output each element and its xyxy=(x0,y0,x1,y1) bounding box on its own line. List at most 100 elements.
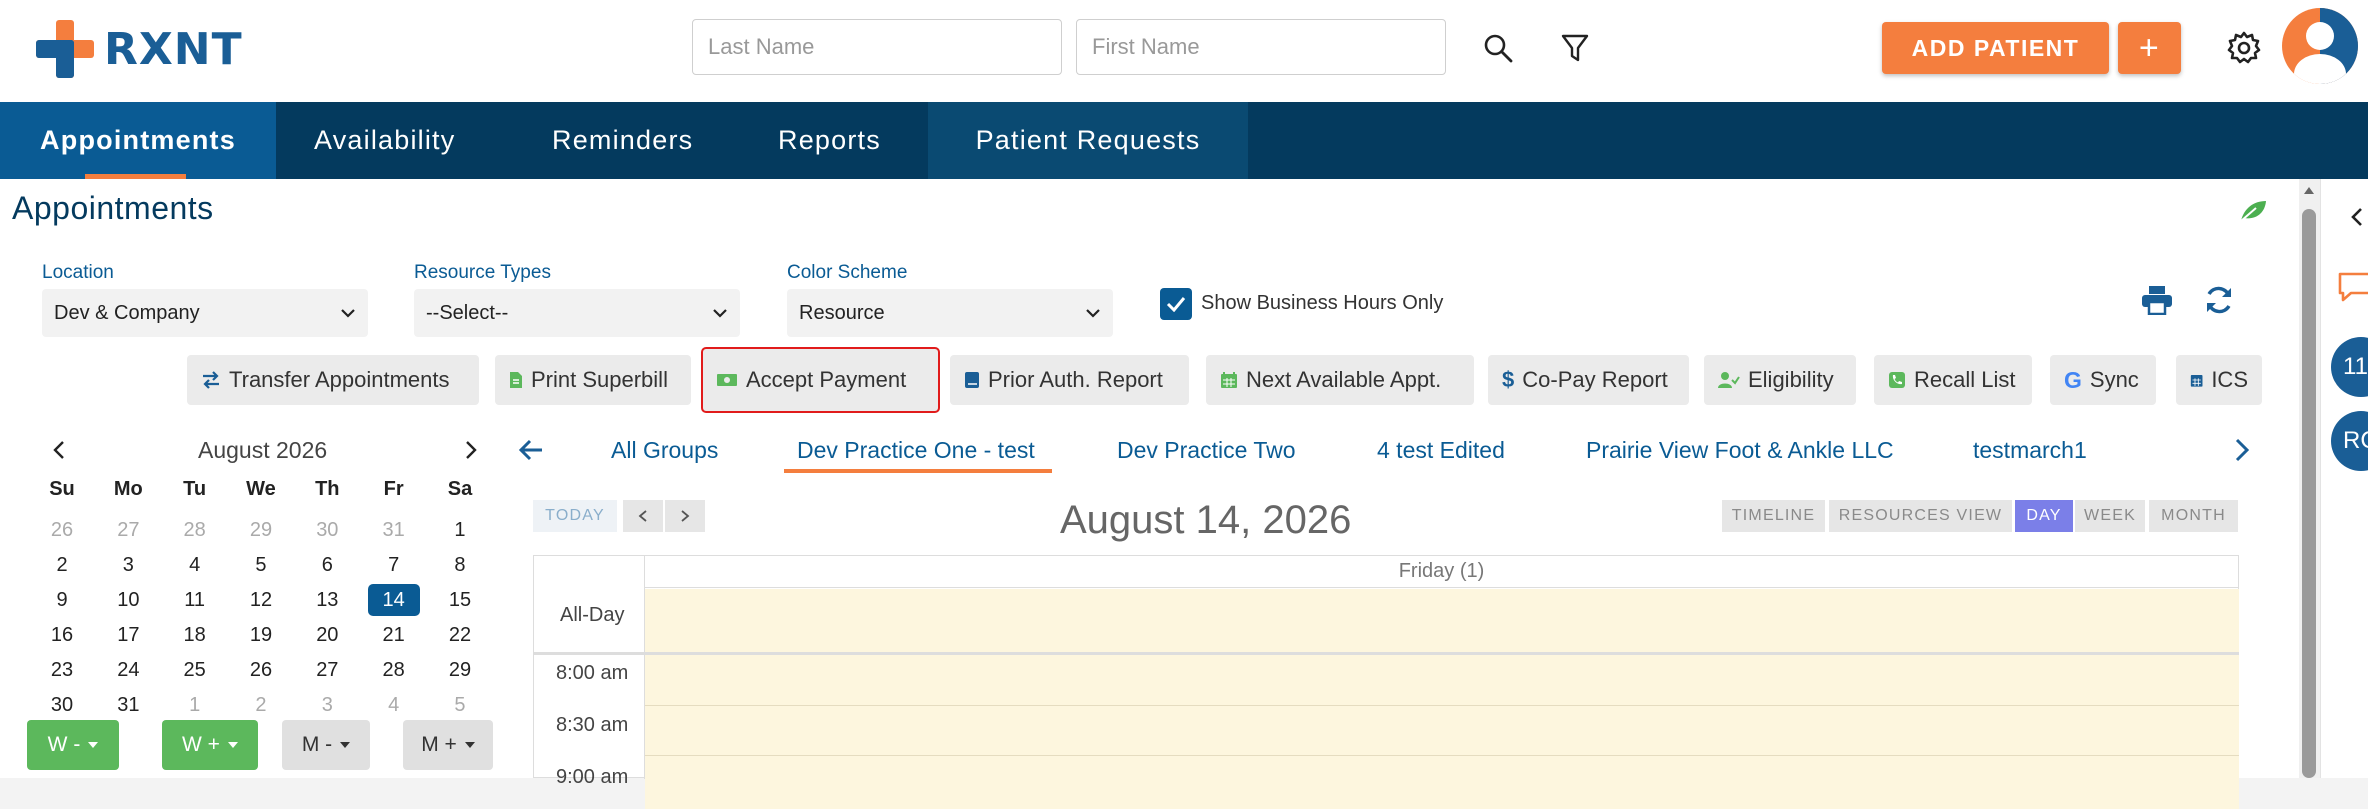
calendar-day[interactable]: 14 xyxy=(367,584,420,616)
groups-prev-arrow-icon[interactable] xyxy=(518,438,544,467)
calendar-day[interactable]: 29 xyxy=(434,654,486,686)
tab-reports[interactable]: Reports xyxy=(744,102,915,179)
calendar-day[interactable]: 28 xyxy=(368,654,420,686)
calendar-prev-icon[interactable] xyxy=(52,440,66,465)
scroll-up-arrow-icon[interactable] xyxy=(2304,187,2314,194)
group-tab-4-test-edited[interactable]: 4 test Edited xyxy=(1377,437,1505,464)
calendar-day[interactable]: 30 xyxy=(36,689,88,721)
calendar-day[interactable]: 31 xyxy=(368,514,420,546)
location-select[interactable]: Dev & Company xyxy=(42,289,368,337)
calendar-day[interactable]: 16 xyxy=(36,619,88,651)
calendar-day[interactable]: 15 xyxy=(434,584,486,616)
week-plus-button[interactable]: W + xyxy=(162,720,258,770)
resource-types-select[interactable]: --Select-- xyxy=(414,289,740,337)
group-tab-dev-practice-two[interactable]: Dev Practice Two xyxy=(1117,437,1296,464)
calendar-day[interactable]: 11 xyxy=(169,584,221,616)
refresh-icon[interactable] xyxy=(2202,283,2236,317)
scheduler-next-button[interactable] xyxy=(665,500,705,532)
settings-gear-icon[interactable] xyxy=(2224,28,2264,68)
calendar-day[interactable]: 25 xyxy=(169,654,221,686)
calendar-day[interactable]: 30 xyxy=(301,514,353,546)
group-tab-all[interactable]: All Groups xyxy=(611,437,718,464)
calendar-day[interactable]: 3 xyxy=(301,689,353,721)
vertical-scrollbar[interactable] xyxy=(2299,179,2320,778)
prior-auth-report-button[interactable]: Prior Auth. Report xyxy=(950,355,1189,405)
collapse-chevron-icon[interactable] xyxy=(2351,207,2363,232)
tab-appointments[interactable]: Appointments xyxy=(0,102,276,179)
calendar-day[interactable]: 20 xyxy=(301,619,353,651)
next-available-appt-button[interactable]: Next Available Appt. xyxy=(1206,355,1474,405)
month-plus-button[interactable]: M + xyxy=(403,720,493,770)
group-tab-dev-practice-one[interactable]: Dev Practice One - test xyxy=(797,437,1035,464)
calendar-day[interactable]: 6 xyxy=(301,549,353,581)
transfer-appointments-button[interactable]: Transfer Appointments xyxy=(187,355,479,405)
calendar-day[interactable]: 26 xyxy=(235,654,287,686)
view-timeline-button[interactable]: TIMELINE xyxy=(1722,500,1825,532)
group-tab-prairie-view[interactable]: Prairie View Foot & Ankle LLC xyxy=(1586,437,1894,464)
calendar-day[interactable]: 23 xyxy=(36,654,88,686)
today-button[interactable]: TODAY xyxy=(533,500,617,532)
last-name-input[interactable] xyxy=(692,19,1062,75)
chat-icon[interactable] xyxy=(2337,271,2368,308)
filter-icon[interactable] xyxy=(1555,28,1595,68)
month-minus-button[interactable]: M - xyxy=(282,720,370,770)
calendar-day[interactable]: 19 xyxy=(235,619,287,651)
calendar-day[interactable]: 9 xyxy=(36,584,88,616)
print-superbill-button[interactable]: Print Superbill xyxy=(495,355,691,405)
view-resources-button[interactable]: RESOURCES VIEW xyxy=(1829,500,2012,532)
business-hours-label[interactable]: Show Business Hours Only xyxy=(1201,292,1443,315)
calendar-day[interactable]: 29 xyxy=(235,514,287,546)
copay-report-button[interactable]: $ Co-Pay Report xyxy=(1488,355,1689,405)
search-icon[interactable] xyxy=(1478,28,1518,68)
calendar-day[interactable]: 1 xyxy=(169,689,221,721)
user-avatar[interactable] xyxy=(2282,8,2358,84)
calendar-day[interactable]: 5 xyxy=(434,689,486,721)
add-patient-button[interactable]: ADD PATIENT xyxy=(1882,22,2109,74)
calendar-day[interactable]: 2 xyxy=(36,549,88,581)
calendar-day[interactable]: 18 xyxy=(169,619,221,651)
group-tab-testmarch1[interactable]: testmarch1 xyxy=(1973,437,2087,464)
tab-patient-requests[interactable]: Patient Requests xyxy=(928,102,1248,179)
calendar-day[interactable]: 24 xyxy=(102,654,154,686)
sidebar-badge[interactable]: 11 xyxy=(2331,337,2368,397)
calendar-day[interactable]: 12 xyxy=(235,584,287,616)
view-month-button[interactable]: MONTH xyxy=(2149,500,2238,532)
calendar-day[interactable]: 2 xyxy=(235,689,287,721)
sidebar-badge[interactable]: RC xyxy=(2331,411,2368,471)
calendar-day[interactable]: 13 xyxy=(301,584,353,616)
calendar-day[interactable]: 4 xyxy=(169,549,221,581)
calendar-day[interactable]: 10 xyxy=(102,584,154,616)
calendar-day[interactable]: 31 xyxy=(102,689,154,721)
calendar-day[interactable]: 28 xyxy=(169,514,221,546)
sync-button[interactable]: G Sync xyxy=(2050,355,2156,405)
eligibility-button[interactable]: Eligibility xyxy=(1704,355,1856,405)
calendar-day[interactable]: 4 xyxy=(368,689,420,721)
groups-next-arrow-icon[interactable] xyxy=(2234,438,2250,467)
tab-availability[interactable]: Availability xyxy=(280,102,489,179)
tab-reminders[interactable]: Reminders xyxy=(518,102,727,179)
calendar-day[interactable]: 17 xyxy=(102,619,154,651)
business-hours-checkbox[interactable] xyxy=(1160,288,1192,320)
recall-list-button[interactable]: Recall List xyxy=(1874,355,2032,405)
view-day-button[interactable]: DAY xyxy=(2015,500,2073,532)
add-quick-button[interactable]: + xyxy=(2118,22,2181,74)
calendar-day[interactable]: 7 xyxy=(368,549,420,581)
calendar-day[interactable]: 22 xyxy=(434,619,486,651)
calendar-day[interactable]: 21 xyxy=(368,619,420,651)
calendar-day[interactable]: 5 xyxy=(235,549,287,581)
calendar-day[interactable]: 27 xyxy=(301,654,353,686)
first-name-input[interactable] xyxy=(1076,19,1446,75)
calendar-day[interactable]: 26 xyxy=(36,514,88,546)
accept-payment-button[interactable]: Accept Payment xyxy=(701,347,940,413)
calendar-day[interactable]: 27 xyxy=(102,514,154,546)
print-icon[interactable] xyxy=(2140,283,2174,317)
scrollbar-thumb[interactable] xyxy=(2302,209,2316,778)
calendar-day[interactable]: 1 xyxy=(434,514,486,546)
scheduler-prev-button[interactable] xyxy=(623,500,663,532)
week-minus-button[interactable]: W - xyxy=(27,720,119,770)
day-column-body[interactable] xyxy=(645,589,2239,809)
rxnt-logo[interactable]: RXNT xyxy=(36,18,243,80)
calendar-day[interactable]: 3 xyxy=(102,549,154,581)
calendar-next-icon[interactable] xyxy=(464,440,478,465)
ics-button[interactable]: ICS xyxy=(2176,355,2262,405)
